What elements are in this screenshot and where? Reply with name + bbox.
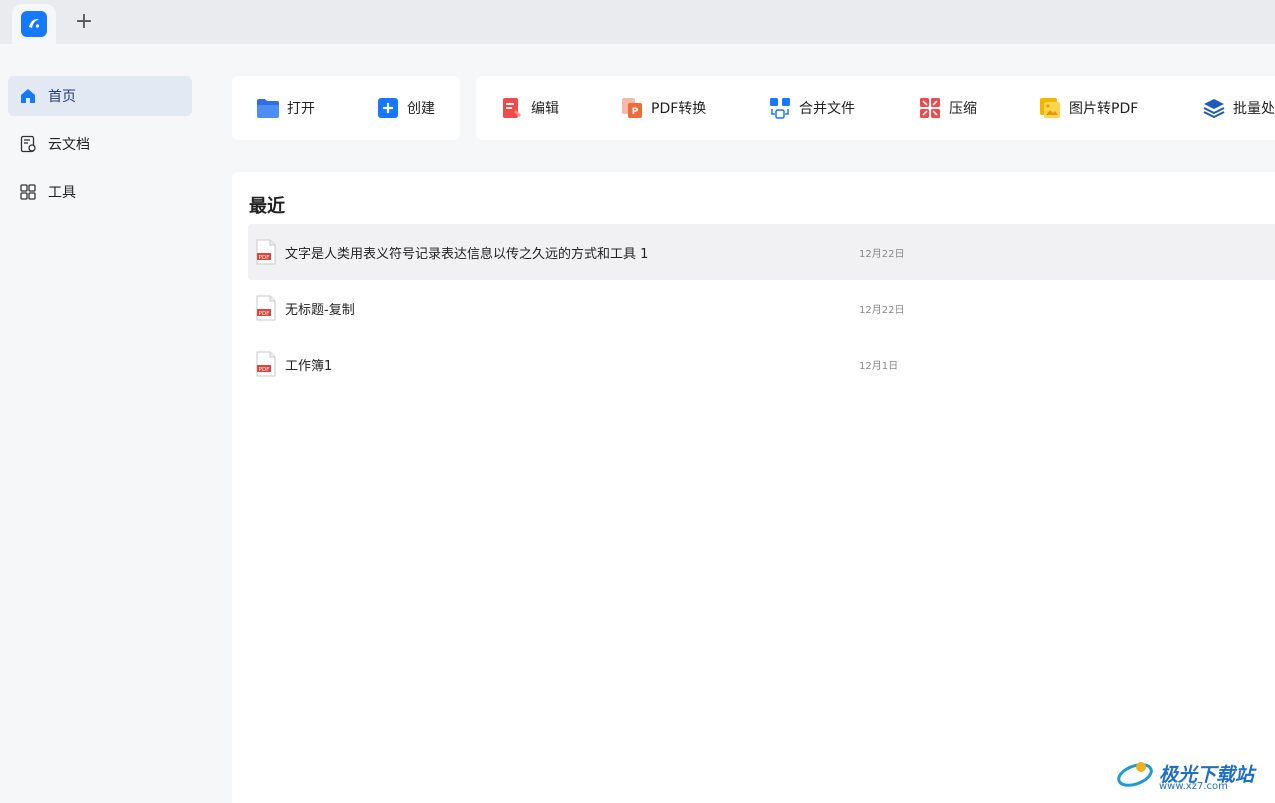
watermark-logo-icon <box>1117 762 1153 787</box>
grid-icon <box>18 182 38 202</box>
recent-panel: 最近 PDF 文字是人类用表义符号记录表达信息以传之久远的方式和工具 1 12月… <box>232 172 1275 803</box>
layers-icon <box>1202 96 1226 120</box>
compress-icon <box>918 96 942 120</box>
sidebar-item-label: 云文档 <box>48 137 90 153</box>
tool-compress-button[interactable]: 压缩 <box>918 76 977 140</box>
pdf-file-icon: PDF <box>256 239 276 265</box>
tools-card: 编辑 P PDF转换 合并文件 压缩 图片转PDF 批量处 <box>476 76 1275 140</box>
tab-bar: + <box>0 0 1275 44</box>
recent-file-name: 工作簿1 <box>285 358 333 374</box>
plus-square-icon <box>376 96 400 120</box>
tool-compress-label: 压缩 <box>949 101 977 117</box>
sidebar: 首页 云文档 工具 <box>0 44 200 803</box>
sidebar-item-tools[interactable]: 工具 <box>8 172 192 212</box>
svg-text:PDF: PDF <box>259 255 270 261</box>
home-icon <box>18 86 38 106</box>
recent-title: 最近 <box>249 196 285 217</box>
recent-file-row[interactable]: PDF 文字是人类用表义符号记录表达信息以传之久远的方式和工具 1 12月22日 <box>248 224 1275 280</box>
tool-edit-label: 编辑 <box>531 101 559 117</box>
tool-pdf-convert-label: PDF转换 <box>651 101 707 117</box>
edit-doc-icon <box>500 96 524 120</box>
sidebar-item-home[interactable]: 首页 <box>8 76 192 116</box>
recent-file-name: 无标题-复制 <box>285 302 355 318</box>
tool-pdf-convert-button[interactable]: P PDF转换 <box>620 76 706 140</box>
merge-icon <box>768 96 792 120</box>
sidebar-item-label: 首页 <box>48 89 76 105</box>
quick-actions-card: 打开 创建 <box>232 76 460 140</box>
recent-file-row[interactable]: PDF 无标题-复制 12月22日 <box>248 280 1275 336</box>
folder-icon <box>256 96 280 120</box>
cloud-doc-icon <box>18 134 38 154</box>
recent-file-date: 12月22日 <box>859 304 905 316</box>
sidebar-item-label: 工具 <box>48 185 76 201</box>
tool-image-to-pdf-label: 图片转PDF <box>1069 101 1139 117</box>
pdf-convert-icon: P <box>620 96 644 120</box>
watermark-url: www.xz7.com <box>1159 781 1228 792</box>
tool-image-to-pdf-button[interactable]: 图片转PDF <box>1038 76 1138 140</box>
create-label: 创建 <box>407 101 435 117</box>
app-home-tab[interactable] <box>12 4 56 44</box>
recent-file-row[interactable]: PDF 工作簿1 12月1日 <box>248 336 1275 392</box>
tool-batch-label: 批量处 <box>1233 101 1275 117</box>
svg-text:PDF: PDF <box>259 311 270 317</box>
image-icon <box>1038 96 1062 120</box>
open-label: 打开 <box>287 101 315 117</box>
svg-text:P: P <box>632 107 639 117</box>
new-tab-button[interactable]: + <box>72 10 96 34</box>
pdf-file-icon: PDF <box>256 351 276 377</box>
recent-file-date: 12月1日 <box>859 360 899 372</box>
app-logo-icon <box>21 11 47 37</box>
recent-file-date: 12月22日 <box>859 248 905 260</box>
recent-file-name: 文字是人类用表义符号记录表达信息以传之久远的方式和工具 1 <box>285 246 649 262</box>
create-button[interactable]: 创建 <box>376 76 435 140</box>
tool-merge-button[interactable]: 合并文件 <box>768 76 855 140</box>
pdf-file-icon: PDF <box>256 295 276 321</box>
open-button[interactable]: 打开 <box>256 76 315 140</box>
tool-edit-button[interactable]: 编辑 <box>500 76 559 140</box>
sidebar-item-cloud-docs[interactable]: 云文档 <box>8 124 192 164</box>
tool-batch-button[interactable]: 批量处 <box>1202 76 1275 140</box>
tool-merge-label: 合并文件 <box>799 101 855 117</box>
watermark: 极光下载站 www.xz7.com <box>1115 748 1270 798</box>
main-content: 打开 创建 编辑 P PDF转换 合并文件 压缩 图片转PDF 批量处 最近 P… <box>200 44 1275 803</box>
svg-text:PDF: PDF <box>259 367 270 373</box>
